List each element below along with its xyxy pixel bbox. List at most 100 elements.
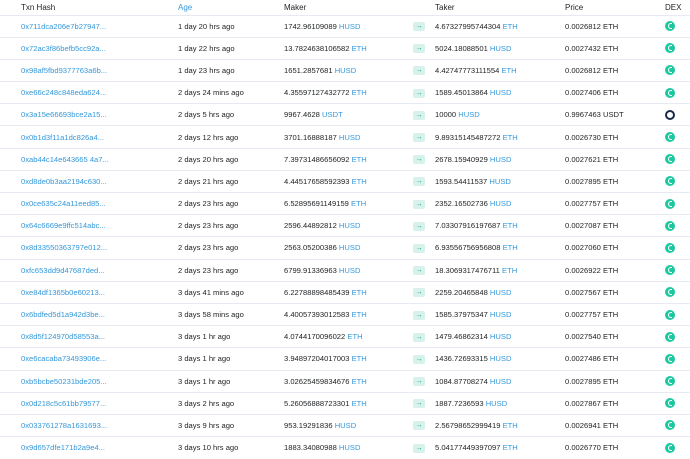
maker-amount: 4.35597127432772 (284, 88, 350, 98)
txn-hash-link[interactable]: 0x0b1d3f11a1dc826a4... (21, 133, 129, 142)
maker-token-link[interactable]: HUSD (335, 421, 357, 430)
taker-token-link[interactable]: ETH (502, 266, 517, 275)
txn-hash-link[interactable]: 0x8d33550363797e012... (21, 243, 129, 252)
txn-hash-link[interactable]: 0xb5bcbe50231bde205... (21, 377, 129, 386)
maker-token-link[interactable]: USDT (322, 110, 343, 119)
taker-token-link[interactable]: HUSD (490, 288, 512, 297)
dodo-logo-icon[interactable] (665, 87, 675, 98)
maker-token-link[interactable]: ETH (347, 332, 362, 341)
taker-token-link[interactable]: HUSD (490, 354, 512, 363)
dodo-logo-icon[interactable] (665, 21, 675, 32)
dex-cell (665, 414, 690, 436)
taker-token-link[interactable]: HUSD (490, 155, 512, 164)
maker-token-link[interactable]: HUSD (339, 133, 361, 142)
taker-token-link[interactable]: ETH (503, 443, 518, 452)
maker-token-link[interactable]: ETH (352, 354, 367, 363)
maker-cell: 4.40057393012583 ETH (284, 303, 413, 325)
taker-token-link[interactable]: HUSD (458, 110, 480, 119)
txn-hash-link[interactable]: 0x98af5fbd9377763a6b... (21, 66, 129, 75)
maker-cell: 1883.34080988 HUSD (284, 437, 413, 459)
taker-token-link[interactable]: HUSD (486, 399, 508, 408)
taker-token-link[interactable]: HUSD (490, 377, 512, 386)
maker-token-link[interactable]: ETH (352, 310, 367, 319)
txn-hash-link[interactable]: 0xe66c248c848eda624... (21, 88, 129, 97)
dodo-logo-icon[interactable] (665, 309, 675, 320)
dex-cell (665, 193, 690, 215)
price-cell: 0.0027406 ETH (565, 88, 619, 98)
maker-token-link[interactable]: HUSD (335, 66, 357, 75)
age-cell: 1 day 20 hrs ago (178, 21, 235, 31)
txn-hash-link[interactable]: 0xe84df1365b0e60213... (21, 288, 129, 297)
header-age[interactable]: Age (178, 0, 284, 15)
txn-hash-link[interactable]: 0xe6cacaba73493906e... (21, 354, 129, 363)
maker-cell: 3.02625459834676 ETH (284, 370, 413, 392)
taker-token-link[interactable]: ETH (503, 243, 518, 252)
txn-hash-link[interactable]: 0x64c6669e9ffc514abc... (21, 221, 129, 230)
taker-token-link[interactable]: HUSD (490, 199, 512, 208)
header-price: Price (565, 2, 584, 12)
right-arrow-icon: → (413, 266, 425, 276)
taker-token-link[interactable]: ETH (503, 221, 518, 230)
taker-amount: 1479.46862314 (435, 332, 488, 342)
dodo-logo-icon[interactable] (665, 43, 675, 54)
txn-hash-link[interactable]: 0x0d218c5c61bb79577... (21, 399, 129, 408)
taker-token-link[interactable]: HUSD (490, 332, 512, 341)
dodo-logo-icon[interactable] (665, 242, 675, 253)
taker-token-link[interactable]: HUSD (490, 44, 512, 53)
dodo-logo-icon[interactable] (665, 376, 675, 387)
maker-token-link[interactable]: HUSD (339, 22, 361, 31)
maker-token-link[interactable]: ETH (352, 288, 367, 297)
txn-hash-link[interactable]: 0x8d5f124970d58553a... (21, 332, 129, 341)
dodo-logo-icon[interactable] (665, 442, 675, 453)
dodo-logo-icon[interactable] (665, 220, 675, 231)
maker-token-link[interactable]: ETH (352, 88, 367, 97)
txn-hash-link[interactable]: 0x3a15e66693bce2a15... (21, 110, 129, 119)
txn-hash-link[interactable]: 0xfc653dd9d47687ded... (21, 266, 129, 275)
dodo-logo-icon[interactable] (665, 65, 675, 76)
txn-hash-link[interactable]: 0x0ce635c24a11eed85... (21, 199, 129, 208)
dodo-logo-icon[interactable] (665, 265, 675, 276)
maker-token-link[interactable]: ETH (352, 177, 367, 186)
maker-token-link[interactable]: HUSD (339, 243, 361, 252)
maker-token-link[interactable]: ETH (352, 399, 367, 408)
ring-logo-icon[interactable] (665, 109, 675, 120)
table-row: 0x0ce635c24a11eed85... 2 days 23 hrs ago… (0, 192, 690, 215)
maker-cell: 3701.16888187 HUSD (284, 126, 413, 148)
dodo-logo-icon[interactable] (665, 353, 675, 364)
dodo-logo-icon[interactable] (665, 176, 675, 187)
dodo-logo-icon[interactable] (665, 287, 675, 298)
taker-token-link[interactable]: HUSD (490, 310, 512, 319)
txn-hash-link[interactable]: 0xd8de0b3aa2194c630... (21, 177, 129, 186)
taker-token-link[interactable]: ETH (503, 22, 518, 31)
txn-hash-link[interactable]: 0x711dca206e7b27947... (21, 22, 129, 31)
maker-token-link[interactable]: ETH (352, 44, 367, 53)
txn-hash-link[interactable]: 0xab44c14e643665 4a7... (21, 155, 129, 164)
taker-token-link[interactable]: HUSD (490, 88, 512, 97)
taker-token-link[interactable]: HUSD (489, 177, 511, 186)
price-cell: 0.0027621 ETH (565, 154, 619, 164)
taker-token-link[interactable]: ETH (503, 133, 518, 142)
maker-token-link[interactable]: ETH (352, 377, 367, 386)
dodo-logo-icon[interactable] (665, 132, 675, 143)
dex-cell (665, 370, 690, 392)
price-cell: 0.0026770 ETH (565, 443, 619, 453)
maker-token-link[interactable]: ETH (352, 155, 367, 164)
txn-hash-link[interactable]: 0x72ac3f86befb5cc92a... (21, 44, 129, 53)
taker-token-link[interactable]: ETH (501, 66, 516, 75)
dodo-logo-icon[interactable] (665, 331, 675, 342)
right-arrow-icon: → (413, 22, 425, 32)
dodo-logo-icon[interactable] (665, 420, 675, 431)
maker-cell: 1651.2857681 HUSD (284, 59, 413, 81)
dodo-logo-icon[interactable] (665, 398, 675, 409)
txn-hash-link[interactable]: 0x033761278a1631693... (21, 421, 129, 430)
right-arrow-icon: → (413, 288, 425, 298)
maker-token-link[interactable]: ETH (351, 199, 366, 208)
txn-hash-link[interactable]: 0x9d657dfe171b2a9e4... (21, 443, 129, 452)
taker-token-link[interactable]: ETH (503, 421, 518, 430)
maker-token-link[interactable]: HUSD (339, 443, 361, 452)
dodo-logo-icon[interactable] (665, 198, 675, 209)
txn-hash-link[interactable]: 0x6bdfed5d1a942d3be... (21, 310, 129, 319)
maker-token-link[interactable]: HUSD (339, 266, 361, 275)
dodo-logo-icon[interactable] (665, 154, 675, 165)
maker-token-link[interactable]: HUSD (339, 221, 361, 230)
